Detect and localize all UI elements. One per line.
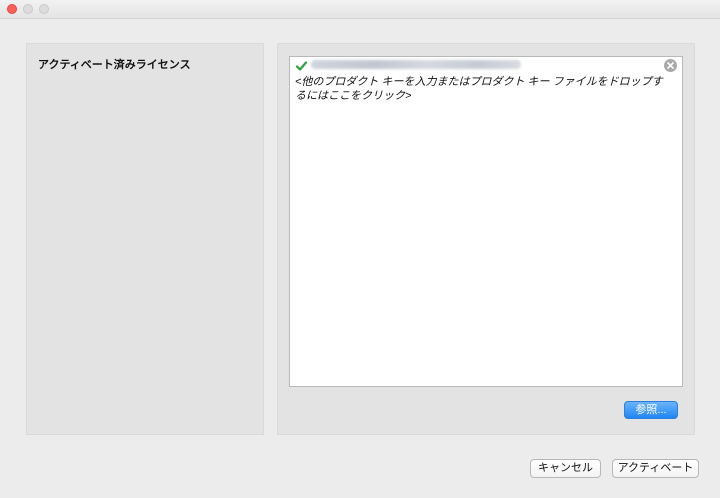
activated-licenses-heading: アクティベート済みライセンス xyxy=(38,59,191,71)
window-zoom-button[interactable] xyxy=(39,4,49,14)
check-icon xyxy=(295,60,308,71)
license-key-redacted xyxy=(311,60,521,69)
license-key-list[interactable]: <他のプロダクト キーを入力またはプロダクト キー ファイルをドロップするにはこ… xyxy=(289,56,683,387)
activated-licenses-panel: アクティベート済みライセンス xyxy=(26,43,264,435)
add-license-prompt[interactable]: <他のプロダクト キーを入力またはプロダクト キー ファイルをドロップするにはこ… xyxy=(295,75,665,103)
activate-button[interactable]: アクティベート xyxy=(612,459,699,478)
browse-button[interactable]: 参照... xyxy=(624,401,678,419)
window-minimize-button[interactable] xyxy=(23,4,33,14)
close-circle-icon[interactable] xyxy=(664,59,677,72)
window-close-button[interactable] xyxy=(7,4,17,14)
cancel-button[interactable]: キャンセル xyxy=(530,459,601,478)
title-bar xyxy=(0,0,720,19)
